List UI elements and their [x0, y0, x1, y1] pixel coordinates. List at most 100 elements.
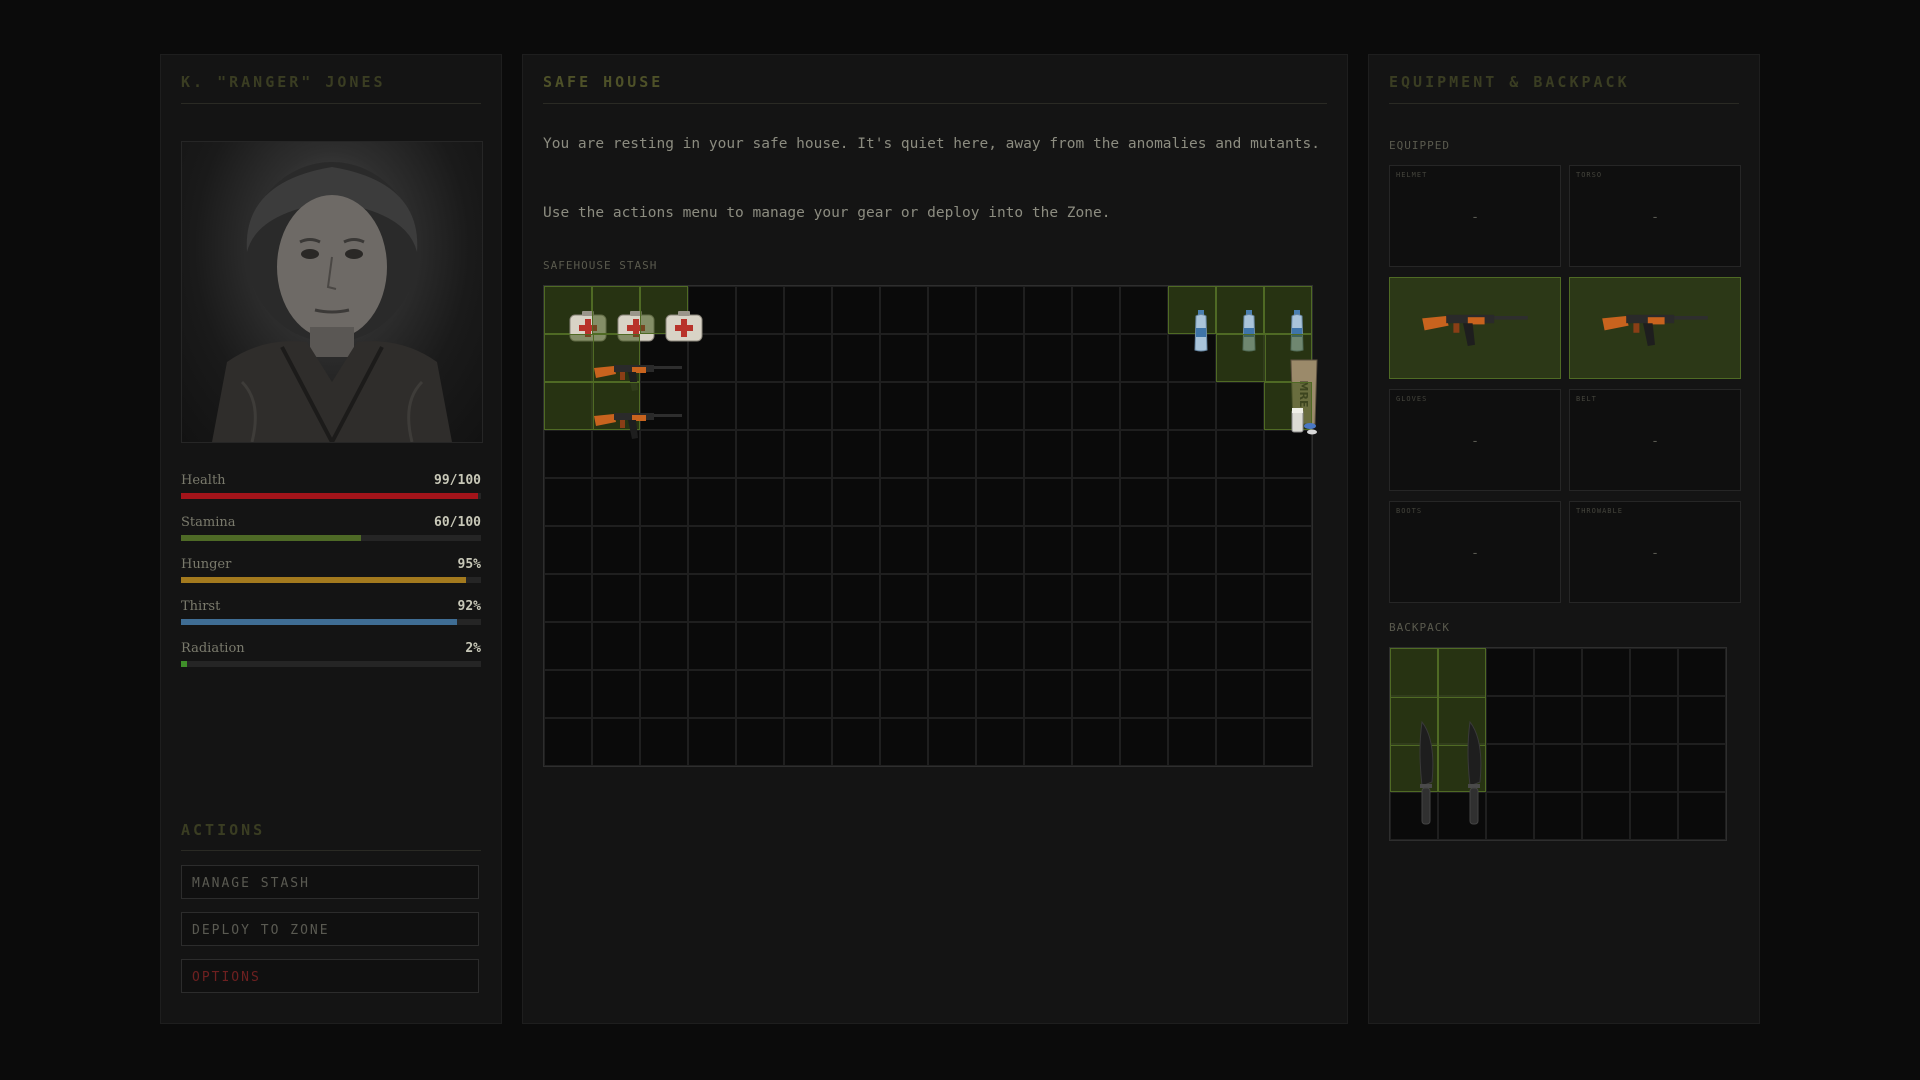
- stash-cell[interactable]: [1072, 718, 1120, 766]
- stash-cell[interactable]: [1264, 670, 1312, 718]
- stash-cell[interactable]: [544, 622, 592, 670]
- stash-cell[interactable]: [1072, 382, 1120, 430]
- stash-cell[interactable]: [1024, 430, 1072, 478]
- stash-cell[interactable]: [1168, 622, 1216, 670]
- stash-cell[interactable]: [544, 574, 592, 622]
- backpack-cell[interactable]: [1534, 696, 1582, 744]
- stash-cell[interactable]: [928, 574, 976, 622]
- stash-cell[interactable]: [1024, 286, 1072, 334]
- backpack-cell[interactable]: [1630, 744, 1678, 792]
- stash-cell[interactable]: [592, 718, 640, 766]
- stash-cell[interactable]: [736, 286, 784, 334]
- stash-cell[interactable]: [1264, 430, 1312, 478]
- stash-cell[interactable]: [928, 382, 976, 430]
- equipment-slot[interactable]: [1569, 277, 1741, 379]
- stash-cell[interactable]: [832, 526, 880, 574]
- stash-cell[interactable]: [1120, 718, 1168, 766]
- stash-cell[interactable]: [1216, 382, 1264, 430]
- stash-cell[interactable]: [1024, 718, 1072, 766]
- stash-cell[interactable]: [880, 718, 928, 766]
- stash-cell[interactable]: [832, 334, 880, 382]
- stash-cell[interactable]: [1024, 574, 1072, 622]
- stash-cell[interactable]: [832, 574, 880, 622]
- stash-cell[interactable]: [1168, 574, 1216, 622]
- stash-cell[interactable]: [976, 622, 1024, 670]
- stash-cell[interactable]: [784, 718, 832, 766]
- stash-item-medkit[interactable]: [640, 286, 703, 342]
- stash-cell[interactable]: [880, 670, 928, 718]
- stash-cell[interactable]: [640, 478, 688, 526]
- stash-cell[interactable]: [544, 718, 592, 766]
- backpack-cell[interactable]: [1486, 648, 1534, 696]
- stash-cell[interactable]: [880, 382, 928, 430]
- stash-cell[interactable]: [1120, 286, 1168, 334]
- stash-cell[interactable]: [976, 718, 1024, 766]
- stash-item-water[interactable]: [1168, 286, 1216, 352]
- stash-cell[interactable]: [1168, 670, 1216, 718]
- stash-cell[interactable]: [880, 574, 928, 622]
- stash-cell[interactable]: [544, 430, 592, 478]
- stash-cell[interactable]: [640, 622, 688, 670]
- stash-cell[interactable]: [784, 622, 832, 670]
- stash-cell[interactable]: [1264, 526, 1312, 574]
- stash-item-rifle[interactable]: [544, 334, 682, 391]
- stash-cell[interactable]: [1264, 478, 1312, 526]
- stash-cell[interactable]: [1072, 670, 1120, 718]
- backpack-cell[interactable]: [1534, 792, 1582, 840]
- backpack-cell[interactable]: [1678, 648, 1726, 696]
- stash-cell[interactable]: [1024, 382, 1072, 430]
- equipment-slot[interactable]: BELT -: [1569, 389, 1741, 491]
- stash-cell[interactable]: [736, 478, 784, 526]
- stash-cell[interactable]: [976, 430, 1024, 478]
- stash-cell[interactable]: [1216, 574, 1264, 622]
- stash-cell[interactable]: [1168, 718, 1216, 766]
- stash-cell[interactable]: [976, 574, 1024, 622]
- backpack-cell[interactable]: [1486, 792, 1534, 840]
- backpack-cell[interactable]: [1582, 648, 1630, 696]
- stash-cell[interactable]: [1024, 526, 1072, 574]
- stash-item-water[interactable]: [1216, 286, 1264, 352]
- stash-cell[interactable]: [1024, 478, 1072, 526]
- stash-cell[interactable]: [640, 574, 688, 622]
- stash-item-medkit[interactable]: [592, 286, 655, 342]
- stash-cell[interactable]: [784, 286, 832, 334]
- stash-cell[interactable]: [784, 526, 832, 574]
- backpack-cell[interactable]: [1630, 648, 1678, 696]
- stash-item-rifle[interactable]: [544, 382, 682, 439]
- stash-cell[interactable]: [688, 718, 736, 766]
- backpack-item-knife[interactable]: [1390, 648, 1438, 825]
- stash-cell[interactable]: [928, 286, 976, 334]
- stash-cell[interactable]: [688, 526, 736, 574]
- stash-cell[interactable]: [880, 430, 928, 478]
- stash-cell[interactable]: [592, 478, 640, 526]
- stash-cell[interactable]: [976, 334, 1024, 382]
- equipment-slot[interactable]: BOOTS -: [1389, 501, 1561, 603]
- backpack-cell[interactable]: [1582, 792, 1630, 840]
- stash-cell[interactable]: [1072, 574, 1120, 622]
- stash-cell[interactable]: [928, 622, 976, 670]
- stash-cell[interactable]: [592, 622, 640, 670]
- equipment-slot[interactable]: [1389, 277, 1561, 379]
- stash-cell[interactable]: [736, 430, 784, 478]
- stash-cell[interactable]: [688, 430, 736, 478]
- stash-cell[interactable]: [928, 478, 976, 526]
- options-button[interactable]: OPTIONS: [181, 959, 479, 993]
- stash-cell[interactable]: [1120, 670, 1168, 718]
- stash-cell[interactable]: [976, 478, 1024, 526]
- deploy-to-zone-button[interactable]: DEPLOY TO ZONE: [181, 912, 479, 946]
- backpack-cell[interactable]: [1486, 744, 1534, 792]
- stash-cell[interactable]: [1168, 430, 1216, 478]
- stash-cell[interactable]: [784, 478, 832, 526]
- stash-cell[interactable]: [784, 670, 832, 718]
- stash-cell[interactable]: [1072, 430, 1120, 478]
- stash-item-pills[interactable]: [1264, 382, 1317, 435]
- stash-cell[interactable]: [736, 526, 784, 574]
- stash-cell[interactable]: [1120, 430, 1168, 478]
- stash-cell[interactable]: [1264, 622, 1312, 670]
- stash-cell[interactable]: [880, 622, 928, 670]
- stash-cell[interactable]: [688, 382, 736, 430]
- stash-cell[interactable]: [784, 574, 832, 622]
- stash-cell[interactable]: [928, 430, 976, 478]
- stash-cell[interactable]: [1168, 382, 1216, 430]
- stash-cell[interactable]: [832, 478, 880, 526]
